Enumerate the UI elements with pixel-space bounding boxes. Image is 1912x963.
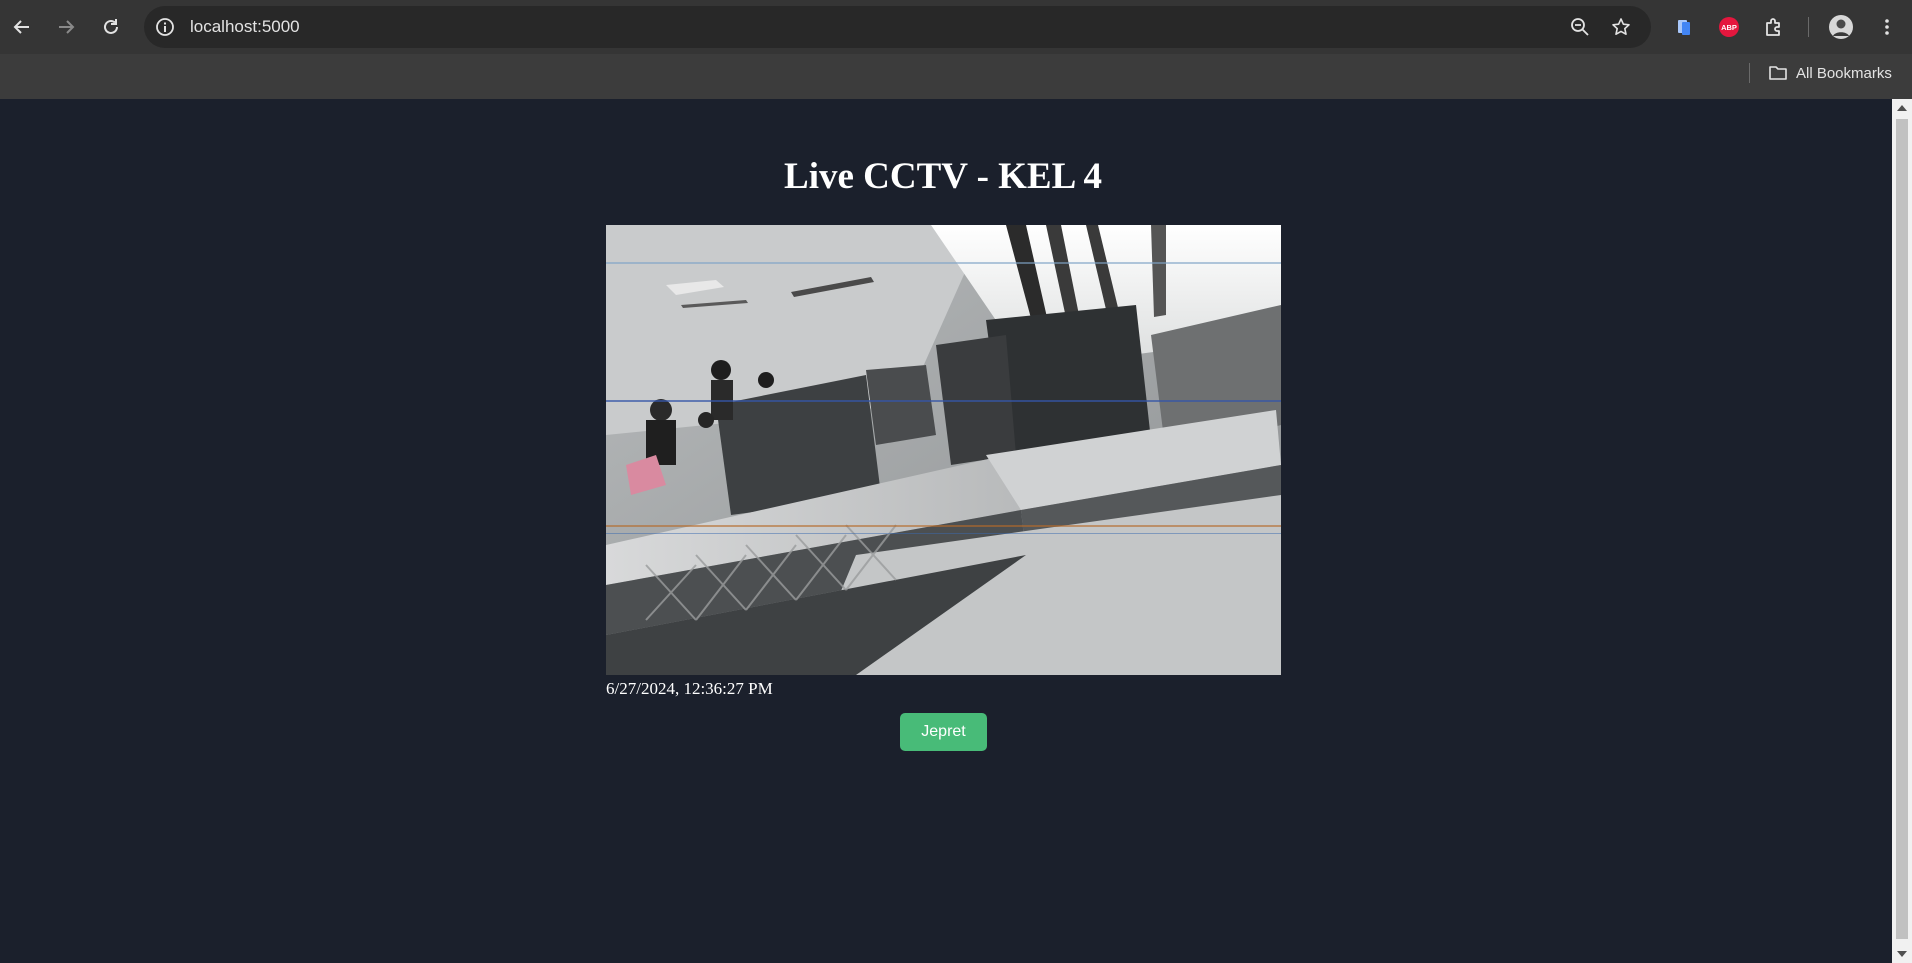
menu-icon[interactable] (1871, 11, 1903, 43)
forward-icon[interactable] (50, 11, 82, 43)
scroll-up-arrow-icon[interactable] (1897, 105, 1907, 111)
star-icon[interactable] (1605, 11, 1637, 43)
address-bar[interactable]: localhost:5000 (144, 6, 1651, 48)
back-icon[interactable] (6, 11, 38, 43)
cctv-video-feed (606, 225, 1281, 675)
all-bookmarks-button[interactable]: All Bookmarks (1768, 60, 1892, 86)
page-title: Live CCTV - KEL 4 (784, 156, 1102, 197)
avatar[interactable] (1825, 11, 1857, 43)
browser-toolbar: localhost:5000 ABP (0, 0, 1912, 54)
site-info-icon[interactable] (149, 11, 181, 43)
extension-icon[interactable] (1668, 11, 1700, 43)
browser-chrome: localhost:5000 ABP All Bookmarks (0, 0, 1912, 99)
zoom-icon[interactable] (1564, 11, 1596, 43)
capture-button[interactable]: Jepret (900, 713, 987, 751)
scroll-down-arrow-icon[interactable] (1897, 951, 1907, 957)
url-text[interactable]: localhost:5000 (190, 6, 300, 48)
all-bookmarks-label: All Bookmarks (1796, 64, 1892, 82)
puzzle-icon[interactable] (1758, 11, 1790, 43)
reload-icon[interactable] (95, 11, 127, 43)
folder-icon (1769, 66, 1787, 80)
vertical-scrollbar[interactable] (1892, 99, 1912, 963)
adblock-icon[interactable]: ABP (1713, 11, 1745, 43)
toolbar-divider (1808, 17, 1809, 37)
scrollbar-thumb[interactable] (1896, 119, 1908, 939)
bookmarks-divider (1749, 63, 1750, 83)
svg-text:ABP: ABP (1721, 23, 1737, 32)
capture-timestamp: 6/27/2024, 12:36:27 PM (606, 679, 773, 698)
